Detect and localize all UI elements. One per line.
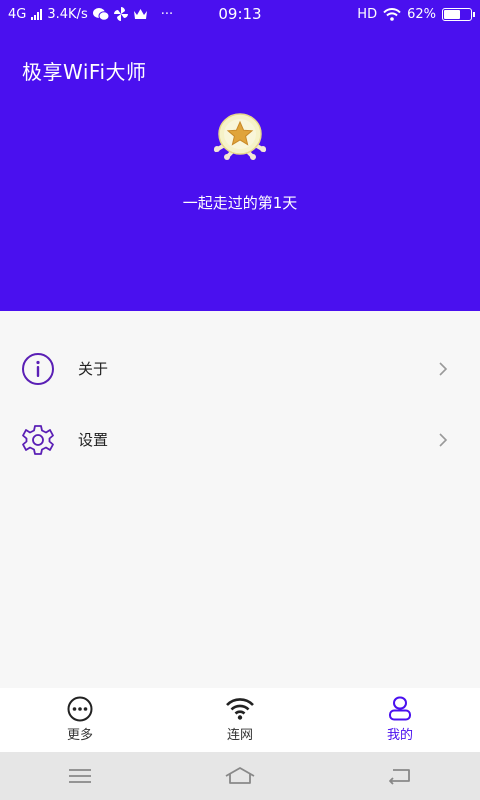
wifi-icon — [225, 696, 255, 722]
back-icon — [389, 769, 410, 785]
hamburger-icon — [69, 769, 91, 783]
chevron-right-icon — [439, 361, 448, 376]
more-notifications: ··· — [160, 6, 174, 22]
wifi-status-icon — [383, 7, 401, 21]
menu-item-label: 设置 — [78, 431, 109, 449]
crown-icon — [133, 9, 147, 19]
chevron-right-icon — [439, 432, 448, 447]
hd-indicator: HD — [357, 6, 378, 22]
more-icon — [65, 696, 95, 722]
tab-connect[interactable]: 连网 — [160, 688, 320, 752]
home-nav-button[interactable] — [220, 761, 260, 791]
tab-mine[interactable]: 我的 — [320, 688, 480, 752]
network-speed: 3.4K/s — [47, 6, 88, 22]
wechat-icon — [92, 7, 109, 21]
tab-label: 连网 — [226, 728, 253, 743]
app-title: 极享WiFi大师 — [22, 60, 147, 84]
home-icon — [225, 767, 255, 784]
battery-icon — [442, 7, 475, 21]
menu-item-about[interactable]: 关于 — [0, 333, 480, 404]
profile-header: 4G 3.4K/s ··· 09:13 HD 62% 极享WiFi大师 一起走过… — [0, 0, 480, 311]
back-nav-button[interactable] — [380, 761, 420, 791]
settings-menu: 关于 设置 — [0, 311, 480, 475]
tab-more[interactable]: 更多 — [0, 688, 160, 752]
days-together-text: 一起走过的第1天 — [182, 194, 298, 212]
star-medal-icon — [214, 113, 266, 160]
menu-nav-button[interactable] — [60, 761, 100, 791]
bottom-tab-bar: 更多 连网 我的 — [0, 688, 480, 752]
signal-icon — [31, 8, 43, 20]
status-bar: 4G 3.4K/s ··· 09:13 HD 62% — [0, 0, 480, 28]
pinwheel-icon — [113, 7, 128, 21]
profile-icon — [385, 696, 415, 722]
system-nav-bar — [0, 752, 480, 800]
tab-label: 我的 — [386, 728, 413, 743]
info-icon — [21, 352, 55, 386]
gear-icon — [21, 423, 55, 457]
network-type: 4G — [8, 6, 27, 22]
tab-label: 更多 — [66, 728, 93, 743]
menu-item-label: 关于 — [78, 360, 109, 378]
menu-item-settings[interactable]: 设置 — [0, 404, 480, 475]
battery-percent: 62% — [407, 6, 436, 22]
